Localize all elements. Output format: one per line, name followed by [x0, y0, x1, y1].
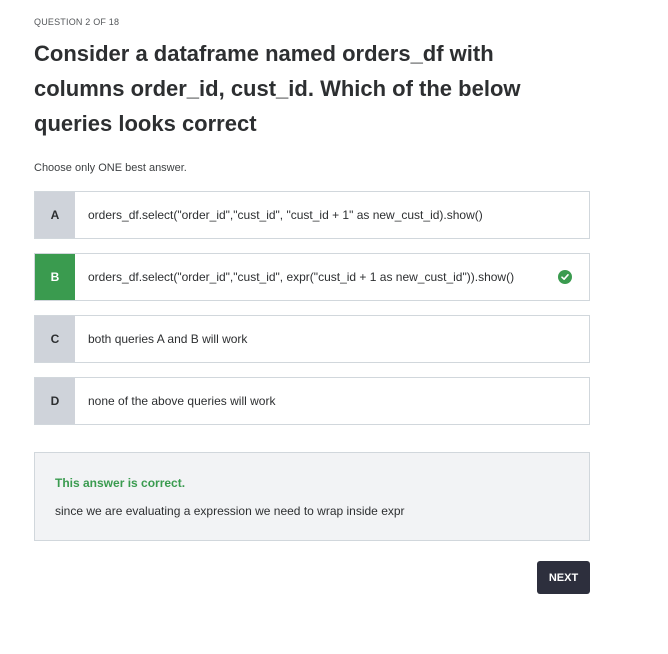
- option-text: orders_df.select("order_id","cust_id", e…: [88, 270, 515, 284]
- option-text: both queries A and B will work: [88, 332, 248, 346]
- feedback-panel: This answer is correct. since we are eva…: [34, 452, 590, 541]
- option-text: orders_df.select("order_id","cust_id", "…: [88, 208, 483, 222]
- option-text: none of the above queries will work: [88, 394, 276, 408]
- option-letter: A: [35, 192, 75, 238]
- answer-instruction: Choose only ONE best answer.: [34, 162, 187, 174]
- check-circle-icon: [558, 270, 572, 284]
- option-letter: B: [35, 254, 75, 300]
- option-letter: C: [35, 316, 75, 362]
- feedback-explanation: since we are evaluating a expression we …: [55, 504, 405, 518]
- option-a[interactable]: A orders_df.select("order_id","cust_id",…: [34, 191, 590, 239]
- question-text: Consider a dataframe named orders_df wit…: [34, 41, 521, 136]
- option-c[interactable]: C both queries A and B will work: [34, 315, 590, 363]
- question-counter: QUESTION 2 OF 18: [34, 17, 120, 27]
- option-b[interactable]: B orders_df.select("order_id","cust_id",…: [34, 253, 590, 301]
- feedback-title: This answer is correct.: [55, 476, 186, 490]
- next-button[interactable]: NEXT: [537, 561, 590, 594]
- option-letter: D: [35, 378, 75, 424]
- option-d[interactable]: D none of the above queries will work: [34, 377, 590, 425]
